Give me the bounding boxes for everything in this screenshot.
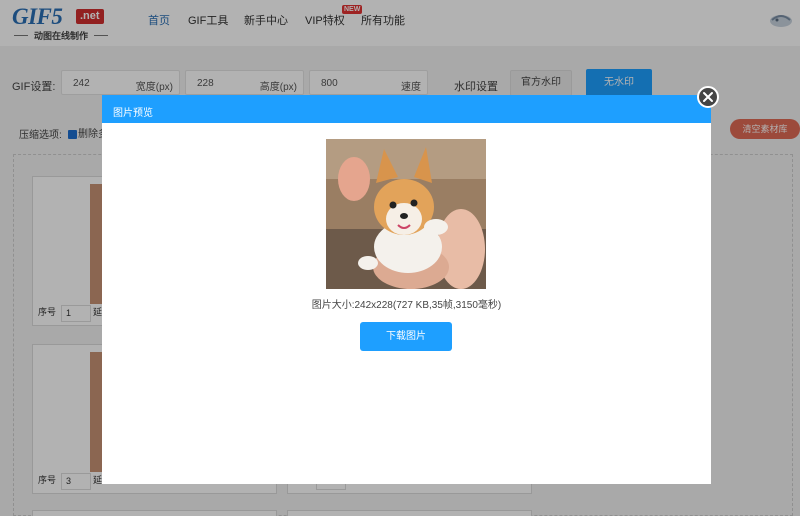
modal-title: 图片预览 bbox=[113, 108, 153, 119]
close-icon bbox=[703, 92, 713, 102]
gif-preview-image bbox=[326, 139, 486, 289]
image-info-text: 图片大小:242x228(727 KB,35帧,3150毫秒) bbox=[311, 300, 502, 311]
image-preview-modal: 图片预览 图片大小:242x228(727 KB,35帧,3150毫秒) 下载图… bbox=[102, 95, 711, 484]
modal-header: 图片预览 bbox=[102, 95, 711, 123]
close-modal-button[interactable] bbox=[697, 86, 719, 108]
download-image-button[interactable]: 下载图片 bbox=[360, 322, 452, 351]
